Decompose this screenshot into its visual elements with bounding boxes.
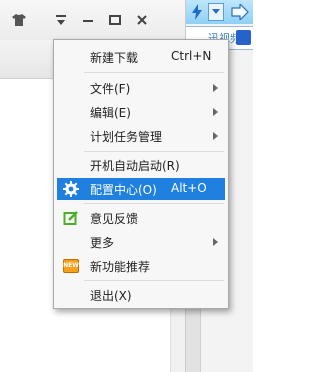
submenu-arrow-icon [213,108,218,116]
menu-item-shortcut: Ctrl+N [171,49,212,63]
menu-item-feedback[interactable]: 意见反馈 [57,207,225,229]
close-icon[interactable] [134,12,150,28]
menu-item-label: 新建下载 [90,51,139,65]
menu-item-scheduled-tasks[interactable]: 计划任务管理 [57,125,225,147]
menu-item-label: 意见反馈 [90,212,139,226]
menu-item-label: 文件(F) [90,82,131,96]
menu-item-label: 配置中心(O) [90,183,157,197]
menu-item-new-features[interactable]: NEW 新功能推荐 [57,255,225,277]
gear-icon [63,181,79,197]
menu-item-label: 新功能推荐 [90,260,151,274]
menu-dropdown-icon[interactable] [53,12,69,28]
menu-item-label: 开机自动启动(R) [90,159,180,173]
menu-item-auto-start[interactable]: 开机自动启动(R) [57,154,225,176]
menu-separator [84,203,224,204]
paw-icon[interactable]: 🐾 [236,30,251,45]
forward-arrow-icon[interactable] [230,3,250,21]
menu-item-shortcut: Alt+O [171,181,207,195]
browser-toolbar [186,0,253,24]
menu-item-more[interactable]: 更多 [57,231,225,253]
menu-item-new-download[interactable]: 新建下载 Ctrl+N [57,46,225,68]
minimize-icon[interactable] [80,12,96,28]
new-badge-icon: NEW [63,259,79,273]
menu-item-label: 更多 [90,236,115,250]
lightning-icon[interactable] [190,3,204,21]
menu-item-edit[interactable]: 编辑(E) [57,101,225,123]
submenu-arrow-icon [213,132,218,140]
feedback-icon [63,210,79,226]
main-dropdown-menu: 新建下载 Ctrl+N 文件(F) 编辑(E) 计划任务管理 开机自动启动(R) [53,39,229,309]
submenu-arrow-icon [213,238,218,246]
title-bar [0,0,185,40]
skin-icon[interactable] [11,12,27,28]
menu-item-exit[interactable]: 退出(X) [57,284,225,306]
menu-item-label: 计划任务管理 [90,130,163,144]
chevron-down-icon[interactable] [208,3,224,21]
menu-item-file[interactable]: 文件(F) [57,77,225,99]
menu-separator [84,280,224,281]
maximize-icon[interactable] [107,12,123,28]
menu-item-label: 编辑(E) [90,106,131,120]
menu-item-config-center[interactable]: 配置中心(O) Alt+O [57,178,225,200]
submenu-arrow-icon [213,84,218,92]
menu-item-label: 退出(X) [90,289,132,303]
menu-separator [84,151,224,152]
menu-separator [84,72,224,73]
